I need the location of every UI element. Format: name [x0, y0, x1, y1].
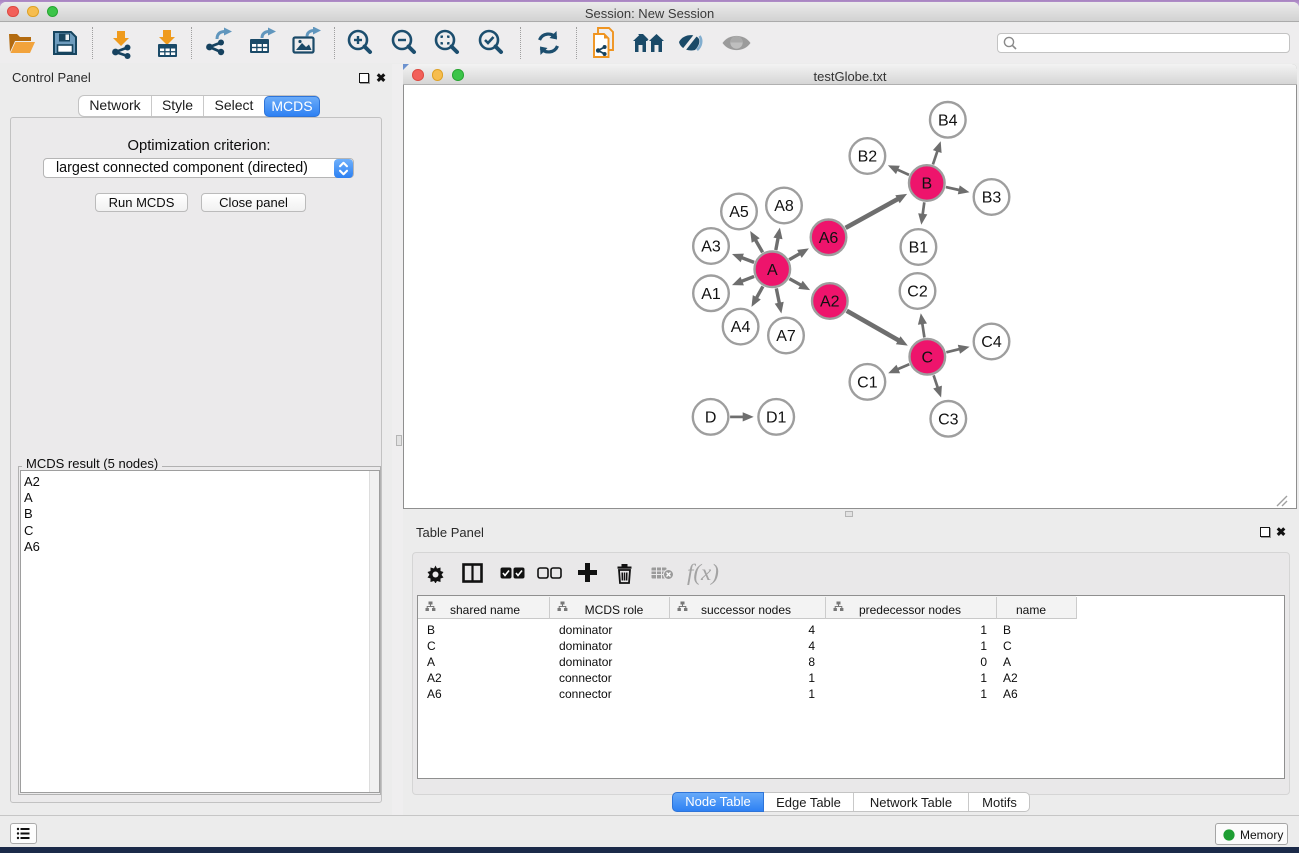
svg-text:D: D [705, 409, 717, 426]
svg-text:B4: B4 [938, 112, 958, 129]
svg-text:A8: A8 [774, 198, 794, 215]
svg-text:B3: B3 [982, 190, 1002, 207]
svg-text:A7: A7 [776, 328, 796, 345]
svg-text:A4: A4 [731, 319, 751, 336]
svg-text:C4: C4 [981, 334, 1002, 351]
svg-text:C2: C2 [907, 284, 928, 301]
svg-text:C3: C3 [938, 411, 959, 428]
svg-text:A1: A1 [701, 286, 721, 303]
svg-text:A6: A6 [819, 230, 839, 247]
svg-text:A3: A3 [701, 239, 721, 256]
svg-text:C1: C1 [857, 374, 878, 391]
svg-text:C: C [922, 349, 934, 366]
svg-text:B2: B2 [858, 149, 878, 166]
svg-text:B1: B1 [909, 240, 929, 257]
svg-text:A: A [767, 262, 778, 279]
svg-text:A5: A5 [729, 204, 749, 221]
svg-text:D1: D1 [766, 409, 787, 426]
svg-text:A2: A2 [820, 294, 840, 311]
svg-text:B: B [921, 176, 932, 193]
